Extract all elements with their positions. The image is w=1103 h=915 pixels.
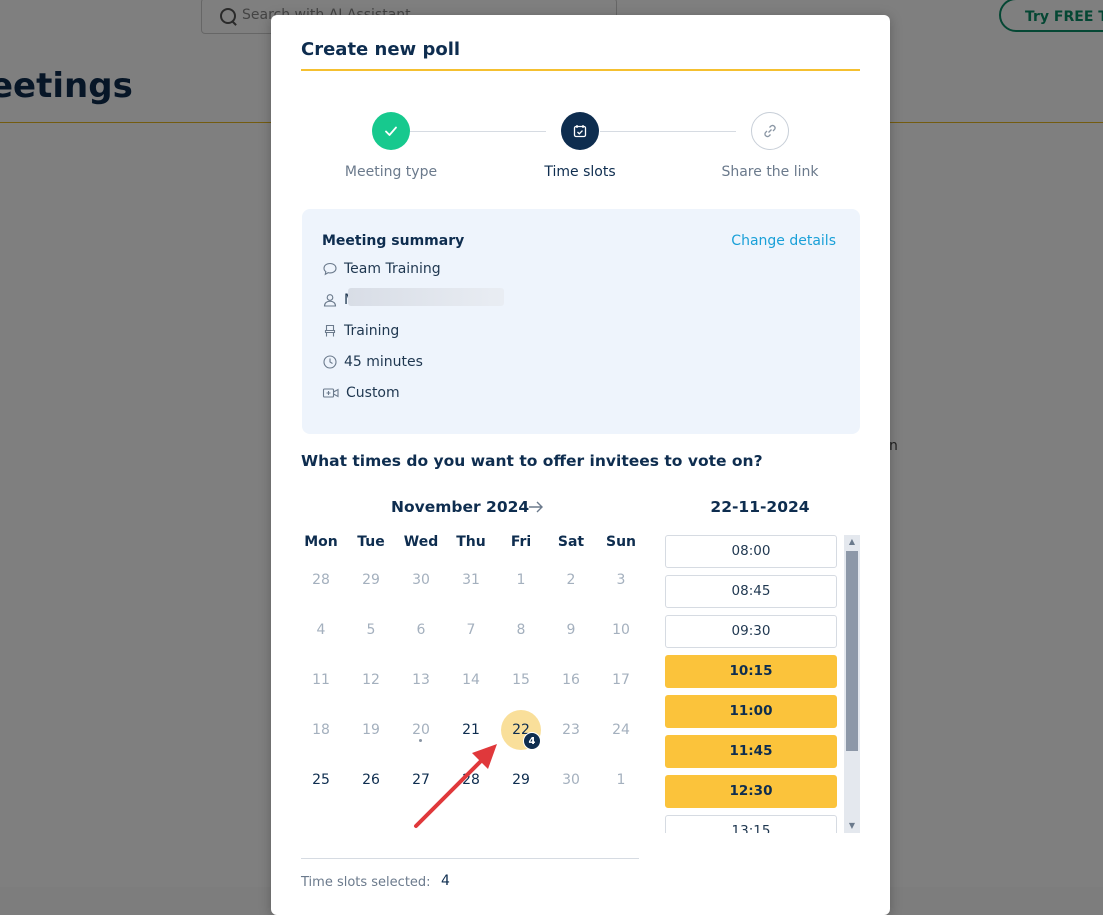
calendar-day: 12 xyxy=(362,672,380,688)
title-underline xyxy=(301,69,860,71)
summary-item-text: Team Training xyxy=(344,261,441,277)
calendar-day: 19 xyxy=(362,722,380,738)
footer-divider xyxy=(301,858,639,859)
calendar-day: 24 xyxy=(612,722,630,738)
weekday-header: Sun xyxy=(605,534,637,550)
step-time-slots[interactable] xyxy=(561,112,599,150)
scroll-down-icon[interactable]: ▼ xyxy=(844,819,860,833)
summary-item-type: Training xyxy=(322,323,399,339)
video-plus-icon xyxy=(322,388,339,398)
summary-item-location: Custom xyxy=(322,385,400,401)
calendar-day: 30 xyxy=(562,772,580,788)
calendar-day: 18 xyxy=(312,722,330,738)
calendar-day: 10 xyxy=(612,622,630,638)
calendar-day: 4 xyxy=(316,622,326,638)
timeslot-button[interactable]: 11:45 xyxy=(665,735,837,768)
scrollbar-thumb[interactable] xyxy=(846,551,858,751)
link-icon xyxy=(764,124,776,138)
timeslot-button[interactable]: 11:00 xyxy=(665,695,837,728)
weekday-header: Wed xyxy=(403,534,439,550)
calendar-day[interactable]: 21 xyxy=(446,710,496,750)
calendar-day: 29 xyxy=(362,572,380,588)
calendar-day: 6 xyxy=(416,622,426,638)
step-label-time-slots: Time slots xyxy=(544,164,616,180)
selected-count-badge: 4 xyxy=(523,732,541,750)
step-label-share-link: Share the link xyxy=(721,164,819,180)
calendar-day: 31 xyxy=(462,572,480,588)
summary-title: Meeting summary xyxy=(322,233,465,249)
calendar-day: 9 xyxy=(566,622,576,638)
calendar-day: 14 xyxy=(462,672,480,688)
chat-bubble-icon xyxy=(323,262,337,276)
calendar-day: 15 xyxy=(512,672,530,688)
check-icon xyxy=(385,126,397,136)
step-label-meeting-type: Meeting type xyxy=(344,164,438,180)
step-share-link[interactable] xyxy=(751,112,789,150)
timeslot-button[interactable]: 08:45 xyxy=(665,575,837,608)
timeslot-question: What times do you want to offer invitees… xyxy=(301,452,763,470)
scroll-up-icon[interactable]: ▲ xyxy=(844,535,860,549)
weekday-header: Thu xyxy=(456,534,486,550)
next-month-button[interactable] xyxy=(526,497,546,522)
calendar-day: 1 xyxy=(616,772,626,788)
timeslot-button[interactable]: 09:30 xyxy=(665,615,837,648)
weekday-header: Mon xyxy=(304,534,338,550)
calendar-day: 2 xyxy=(566,572,576,588)
timeslot-button[interactable]: 13:15 xyxy=(665,815,837,833)
timeslot-button[interactable]: 10:15 xyxy=(665,655,837,688)
calendar-day: 8 xyxy=(516,622,526,638)
calendar-day: 13 xyxy=(412,672,430,688)
person-icon xyxy=(323,294,337,307)
step-meeting-type[interactable] xyxy=(372,112,410,150)
redacted-name-blur xyxy=(348,288,504,306)
calendar-day: 17 xyxy=(612,672,630,688)
calendar-day: 30 xyxy=(412,572,430,588)
weekday-header: Fri xyxy=(510,534,532,550)
summary-item-title: Team Training xyxy=(322,261,441,277)
timeslot-button[interactable]: 12:30 xyxy=(665,775,837,808)
arrow-right-icon xyxy=(529,501,543,513)
calendar-check-icon xyxy=(573,125,587,138)
calendar-day: 16 xyxy=(562,672,580,688)
calendar-month-label: November 2024 xyxy=(391,498,530,516)
selected-date-label: 22-11-2024 xyxy=(710,498,810,516)
summary-item-text: 45 minutes xyxy=(344,354,423,370)
meeting-summary-card: Meeting summary Change details Team Trai… xyxy=(302,209,860,434)
change-details-link[interactable]: Change details xyxy=(731,233,836,249)
timeslot-list: 08:00 08:45 09:30 10:15 11:00 11:45 12:30 13:15 xyxy=(665,535,839,833)
weekday-header: Tue xyxy=(357,534,385,550)
calendar-day[interactable]: 28 xyxy=(446,760,496,800)
timeslot-scrollbar[interactable]: ▲ ▼ xyxy=(844,535,860,833)
summary-item-duration: 45 minutes xyxy=(322,354,423,370)
chair-icon xyxy=(324,324,336,337)
calendar-day: 28 xyxy=(312,572,330,588)
calendar-day[interactable]: 27 xyxy=(396,760,446,800)
calendar-day[interactable]: 29 xyxy=(496,760,546,800)
summary-item-text: Training xyxy=(344,323,400,339)
stepper-connector xyxy=(600,131,736,132)
create-poll-modal: Create new poll Meeting type Time slots … xyxy=(271,15,890,915)
calendar-day: 23 xyxy=(562,722,580,738)
calendar-day[interactable]: 25 xyxy=(296,760,346,800)
stepper-connector xyxy=(410,131,546,132)
calendar-day[interactable]: 26 xyxy=(346,760,396,800)
calendar-day: 1 xyxy=(516,572,526,588)
calendar-day: 7 xyxy=(466,622,476,638)
summary-item-text: Custom xyxy=(346,385,400,401)
modal-title: Create new poll xyxy=(301,39,461,60)
weekday-header: Sat xyxy=(557,534,585,550)
calendar-day: 5 xyxy=(366,622,376,638)
calendar-day: 3 xyxy=(616,572,626,588)
calendar-day: 20 xyxy=(412,722,430,738)
clock-icon xyxy=(323,355,337,369)
calendar-day: 11 xyxy=(312,672,330,688)
today-dot xyxy=(419,739,422,742)
timeslot-button[interactable]: 08:00 xyxy=(665,535,837,568)
slots-selected-label: Time slots selected: xyxy=(301,875,431,890)
